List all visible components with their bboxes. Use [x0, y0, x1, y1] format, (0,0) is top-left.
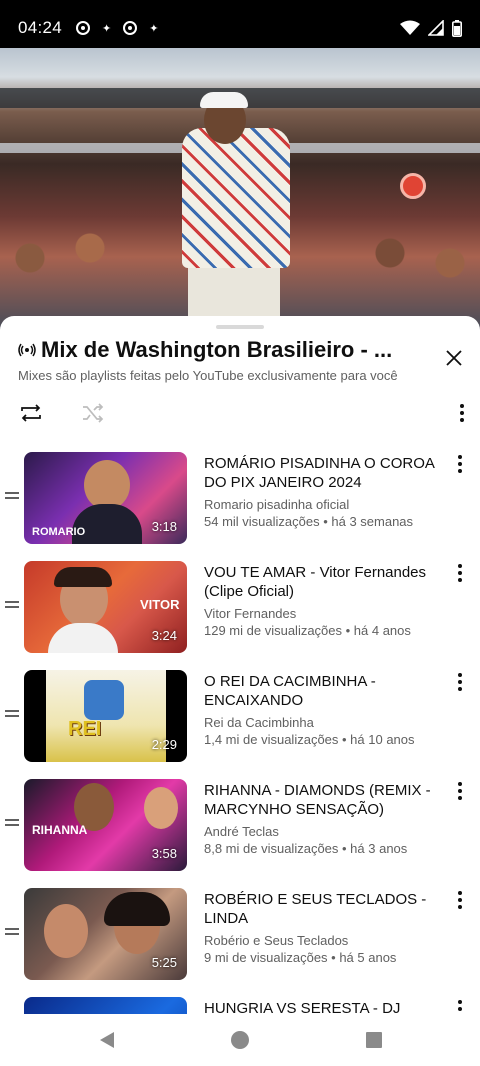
video-thumbnail[interactable]: ROMARIO 3:18	[24, 452, 187, 544]
video-duration: 3:58	[151, 846, 177, 861]
video-more-button[interactable]	[450, 779, 470, 803]
shuffle-button[interactable]	[80, 400, 106, 426]
playlist-controls	[0, 396, 480, 430]
video-channel: Vitor Fernandes	[204, 606, 297, 621]
loop-icon	[21, 404, 41, 422]
video-title[interactable]: VOU TE AMAR - Vitor Fernandes (Clipe Ofi…	[204, 563, 440, 601]
video-stats: 8,8 mi de visualizações • há 3 anos	[204, 841, 408, 856]
playlist-item[interactable]: 5:25 ROBÉRIO E SEUS TECLADOS - LINDA Rob…	[0, 888, 480, 997]
back-icon[interactable]	[96, 1028, 120, 1052]
video-frame-detail	[200, 92, 248, 108]
video-thumbnail[interactable]: 5:25	[24, 888, 187, 980]
video-channel: Robério e Seus Teclados	[204, 933, 349, 948]
thumbnail-face	[144, 787, 178, 829]
sheet-drag-handle[interactable]	[216, 325, 264, 329]
video-meta: ROMÁRIO PISADINHA O COROA DO PIX JANEIRO…	[204, 454, 440, 529]
video-thumbnail[interactable]: RIHANNA 3:58	[24, 779, 187, 871]
video-meta: RIHANNA - DIAMONDS (REMIX - MARCYNHO SEN…	[204, 781, 440, 856]
drag-handle-icon[interactable]	[5, 601, 19, 611]
drag-handle-icon[interactable]	[5, 492, 19, 502]
status-time: 04:24	[18, 18, 63, 37]
thumbnail-label: RIHANNA	[32, 823, 88, 837]
broadcast-icon	[18, 343, 36, 357]
video-more-button[interactable]	[450, 561, 470, 585]
playlist-item[interactable]: RIHANNA 3:58 RIHANNA - DIAMONDS (REMIX -…	[0, 779, 480, 888]
wifi-icon	[400, 20, 420, 35]
video-title[interactable]: HUNGRIA VS SERESTA - DJ MELK	[204, 999, 440, 1014]
home-icon[interactable]	[228, 1028, 252, 1052]
drag-handle-icon[interactable]	[5, 710, 19, 720]
thumbnail-face	[84, 460, 130, 510]
video-channel: André Teclas	[204, 824, 279, 839]
video-duration: 2:29	[151, 737, 177, 752]
video-stats: 129 mi de visualizações • há 4 anos	[204, 623, 411, 638]
playlist-item[interactable]: HUNGRIA VS SERESTA - DJ MELK	[0, 997, 480, 1014]
shuffle-icon	[83, 403, 104, 423]
video-thumbnail[interactable]: REI 2:29	[24, 670, 187, 762]
system-status-icons	[400, 19, 462, 37]
video-title[interactable]: ROBÉRIO E SEUS TECLADOS - LINDA	[204, 890, 440, 928]
thumbnail-label: REI	[68, 718, 102, 740]
video-meta: ROBÉRIO E SEUS TECLADOS - LINDA Robério …	[204, 890, 440, 965]
record-icon	[76, 21, 91, 35]
playlist-panel: Mix de Washington Brasilieiro - ... Mixe…	[0, 316, 480, 1014]
thumbnail-figure	[72, 504, 142, 544]
app-notification-icon: ✦	[149, 22, 159, 35]
drag-handle-icon[interactable]	[5, 819, 19, 829]
playlist-subtitle: Mixes são playlists feitas pelo YouTube …	[18, 368, 398, 383]
video-title[interactable]: ROMÁRIO PISADINHA O COROA DO PIX JANEIRO…	[204, 454, 440, 492]
video-stats: 1,4 mi de visualizações • há 10 anos	[204, 732, 415, 747]
close-button[interactable]	[440, 344, 468, 372]
drag-handle-icon[interactable]	[5, 928, 19, 938]
playlist-item[interactable]: ROMARIO 3:18 ROMÁRIO PISADINHA O COROA D…	[0, 452, 480, 561]
thumbnail-hair	[104, 892, 170, 926]
video-channel: Rei da Cacimbinha	[204, 715, 314, 730]
thumbnail-hair	[54, 567, 112, 587]
thumbnail-face	[44, 904, 88, 958]
notification-icons: ✦ ✦	[76, 21, 158, 35]
thumbnail-label: ROMARIO	[32, 526, 86, 538]
video-title[interactable]: O REI DA CACIMBINHA - ENCAIXANDO	[204, 672, 440, 710]
close-icon	[446, 350, 462, 366]
video-channel: Romario pisadinha oficial	[204, 497, 350, 512]
video-more-button[interactable]	[450, 997, 470, 1014]
record-icon	[123, 21, 138, 35]
system-navigation-bar	[0, 1014, 480, 1066]
playlist-header: Mix de Washington Brasilieiro - ... Mixe…	[18, 336, 464, 383]
battery-icon	[452, 19, 462, 37]
video-frame-detail	[400, 173, 426, 199]
recent-apps-icon[interactable]	[362, 1028, 386, 1052]
app-notification-icon: ✦	[102, 22, 112, 35]
video-title[interactable]: RIHANNA - DIAMONDS (REMIX - MARCYNHO SEN…	[204, 781, 440, 819]
playlist-item[interactable]: VITOR 3:24 VOU TE AMAR - Vitor Fernandes…	[0, 561, 480, 670]
thumbnail-label: VITOR	[140, 597, 180, 612]
video-thumbnail[interactable]: VITOR 3:24	[24, 561, 187, 653]
thumbnail-figure	[48, 623, 118, 653]
signal-icon	[428, 20, 444, 36]
thumbnail-figure	[84, 680, 124, 720]
loop-button[interactable]	[18, 400, 44, 426]
video-more-button[interactable]	[450, 670, 470, 694]
video-player[interactable]	[0, 48, 480, 338]
video-frame-detail	[182, 128, 290, 268]
video-duration: 3:18	[151, 519, 177, 534]
video-meta: HUNGRIA VS SERESTA - DJ MELK	[204, 999, 440, 1014]
video-thumbnail[interactable]	[24, 997, 187, 1014]
playlist-more-button[interactable]	[450, 400, 474, 426]
video-duration: 3:24	[151, 628, 177, 643]
playlist-title: Mix de Washington Brasilieiro - ...	[41, 337, 393, 362]
video-duration: 5:25	[151, 955, 177, 970]
video-stats: 9 mi de visualizações • há 5 anos	[204, 950, 397, 965]
video-more-button[interactable]	[450, 452, 470, 476]
video-meta: O REI DA CACIMBINHA - ENCAIXANDO Rei da …	[204, 672, 440, 747]
video-meta: VOU TE AMAR - Vitor Fernandes (Clipe Ofi…	[204, 563, 440, 638]
playlist-video-list: ROMARIO 3:18 ROMÁRIO PISADINHA O COROA D…	[0, 452, 480, 1014]
more-vert-icon	[460, 404, 464, 422]
video-stats: 54 mil visualizações • há 3 semanas	[204, 514, 414, 529]
video-more-button[interactable]	[450, 888, 470, 912]
playlist-item[interactable]: REI 2:29 O REI DA CACIMBINHA - ENCAIXAND…	[0, 670, 480, 779]
